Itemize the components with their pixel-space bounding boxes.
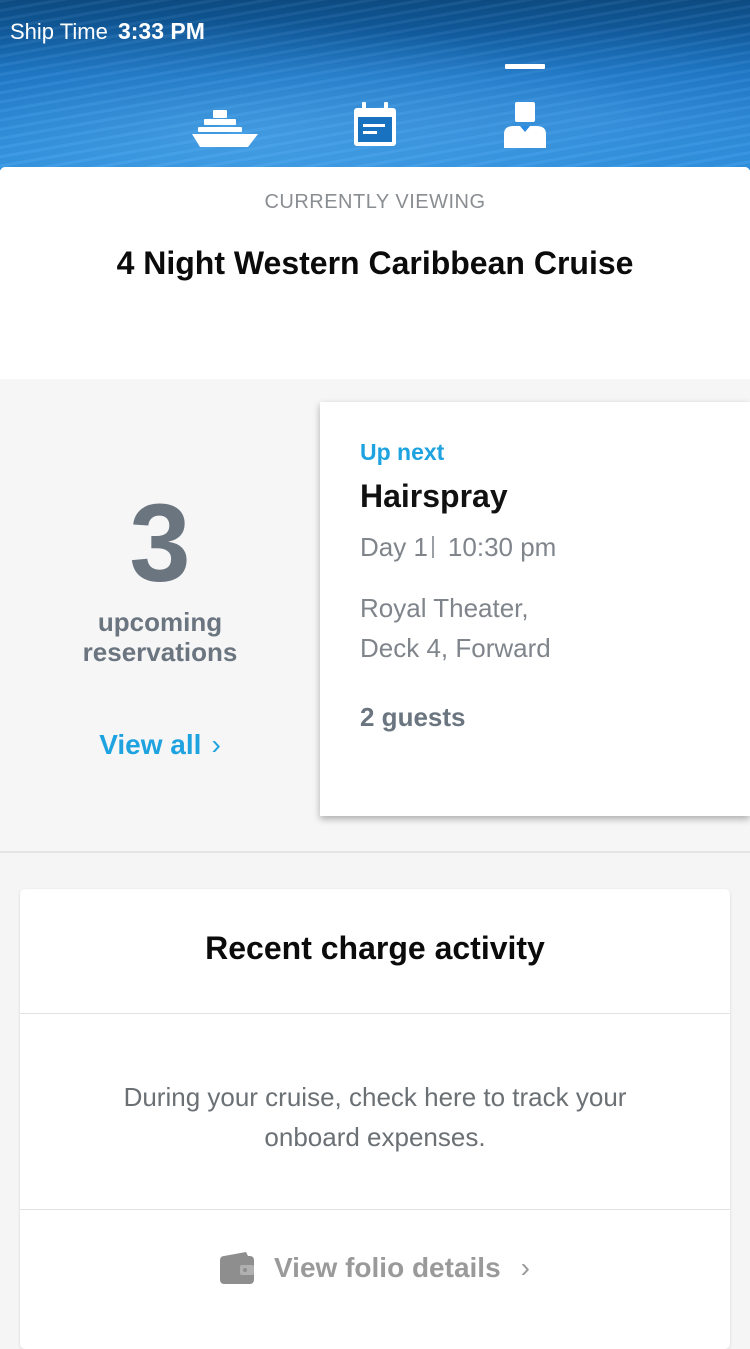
up-next-time: 10:30 pm	[447, 532, 557, 562]
reservation-count: 3	[129, 482, 191, 605]
view-folio-details-button[interactable]: View folio details ›	[20, 1252, 730, 1284]
calendar-icon	[352, 102, 398, 148]
up-next-card[interactable]: Up next Hairspray Day 1 10:30 pm Royal Th…	[320, 402, 750, 816]
reservation-caption-line2: reservations	[82, 637, 238, 667]
separator	[431, 536, 434, 558]
currently-viewing-label: CURRENTLY VIEWING	[264, 191, 486, 213]
header: Ship Time 3:33 PM	[0, 0, 750, 170]
reservation-caption: upcoming reservations	[0, 607, 320, 667]
up-next-datetime: Day 1 10:30 pm	[360, 532, 556, 563]
up-next-day: Day 1	[360, 532, 428, 562]
ship-time-value: 3:33 PM	[117, 18, 205, 44]
recent-charge-card: Recent charge activity During your cruis…	[20, 889, 730, 1349]
currently-viewing-card: CURRENTLY VIEWING 4 Night Western Caribb…	[0, 167, 750, 379]
ship-icon	[192, 108, 258, 148]
chevron-right-icon: ›	[520, 1252, 530, 1283]
up-next-label: Up next	[360, 439, 445, 465]
divider	[20, 1013, 730, 1014]
tab-ship[interactable]	[180, 64, 270, 148]
wallet-icon	[220, 1252, 254, 1284]
ship-time: Ship Time 3:33 PM	[10, 18, 205, 45]
chevron-right-icon: ›	[211, 729, 221, 760]
active-tab-indicator	[505, 64, 545, 69]
view-all-label: View all	[99, 729, 202, 760]
up-next-location-line2: Deck 4, Forward	[360, 633, 551, 663]
tab-account[interactable]	[480, 64, 570, 148]
divider	[20, 1209, 730, 1210]
tab-calendar[interactable]	[330, 64, 420, 148]
ship-time-label: Ship Time	[10, 19, 108, 44]
up-next-location-line1: Royal Theater,	[360, 593, 529, 623]
account-icon	[504, 102, 546, 148]
up-next-location: Royal Theater, Deck 4, Forward	[360, 588, 551, 668]
reservations-section: 3 upcoming reservations View all › Up nex…	[0, 379, 750, 853]
cruise-title: 4 Night Western Caribbean Cruise	[116, 245, 634, 281]
recent-charge-message-line2: onboard expenses.	[264, 1122, 486, 1152]
recent-charge-message: During your cruise, check here to track …	[70, 1077, 680, 1157]
view-all-link[interactable]: View all ›	[0, 729, 320, 761]
recent-charge-message-line1: During your cruise, check here to track …	[123, 1082, 627, 1112]
up-next-guests: 2 guests	[360, 702, 466, 732]
recent-charge-title: Recent charge activity	[205, 930, 545, 966]
reservation-caption-line1: upcoming	[97, 607, 223, 637]
up-next-title: Hairspray	[360, 478, 508, 514]
view-folio-details-label: View folio details	[274, 1252, 501, 1283]
